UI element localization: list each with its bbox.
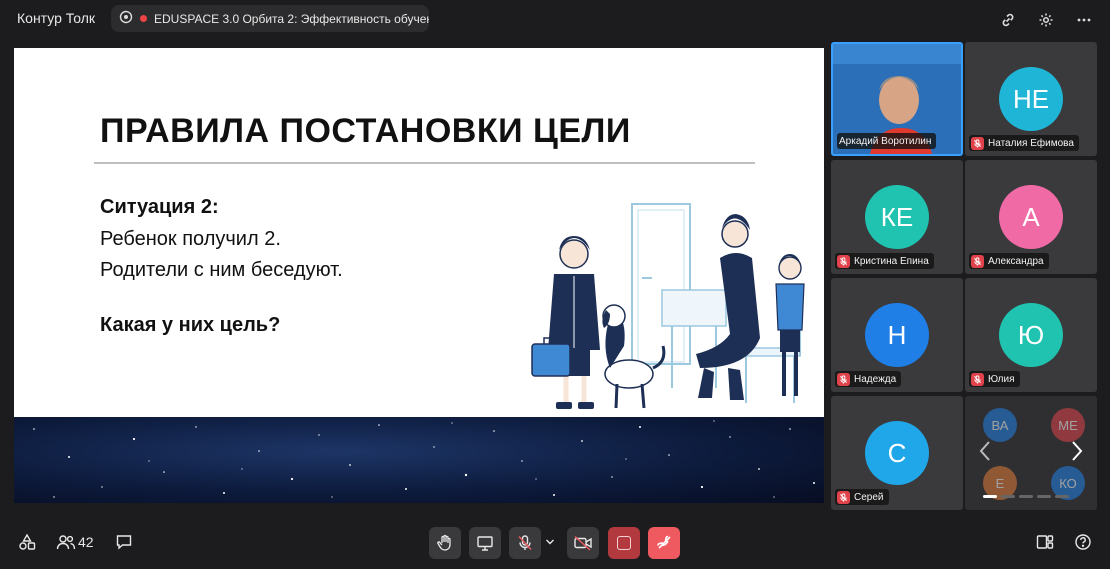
participant-name: Александра [988, 255, 1044, 267]
mini-avatar: МЕ [1051, 408, 1085, 442]
mic-muted-icon [971, 372, 984, 386]
presentation-slide: ПРАВИЛА ПОСТАНОВКИ ЦЕЛИ Ситуация 2: Ребе… [14, 48, 824, 417]
slide-line-2: Родители с ним беседуют. [100, 259, 343, 281]
more-participants-tile[interactable]: ВА МЕ Е КО [965, 396, 1097, 510]
starfield-background [14, 417, 824, 503]
microphone-button[interactable] [509, 527, 541, 559]
camera-button[interactable] [567, 527, 599, 559]
participant-avatar: Ю [999, 303, 1063, 367]
participant-name: Серей [854, 491, 884, 503]
participant-name-tag: Кристина Епина [835, 253, 934, 269]
participant-tile[interactable]: КЕ Кристина Епина [831, 160, 963, 274]
mic-muted-icon [837, 372, 850, 386]
participant-name: Кристина Епина [854, 255, 929, 267]
mic-muted-icon [837, 490, 850, 504]
raise-hand-button[interactable] [429, 527, 461, 559]
participant-name-tag: Серей [835, 489, 889, 505]
slide-question: Какая у них цель? [100, 314, 281, 336]
help-icon[interactable] [1073, 532, 1093, 552]
participant-name-tag: Надежда [835, 371, 902, 387]
app-title: Контур Толк [17, 10, 95, 26]
end-call-button[interactable] [648, 527, 680, 559]
link-icon[interactable] [998, 10, 1018, 30]
record-button[interactable] [608, 527, 640, 559]
participant-tile[interactable]: Ю Юлия [965, 278, 1097, 392]
mic-muted-icon [837, 254, 850, 268]
screen-share: ПРАВИЛА ПОСТАНОВКИ ЦЕЛИ Ситуация 2: Ребе… [14, 48, 824, 503]
participant-name-tag: Наталия Ефимова [969, 135, 1079, 151]
participant-avatar: С [865, 421, 929, 485]
slide-divider [94, 162, 755, 164]
screen-share-button[interactable] [469, 527, 501, 559]
more-icon[interactable] [1074, 10, 1094, 30]
phone-hangup-icon [657, 535, 671, 549]
participant-name-tag: Александра [969, 253, 1049, 269]
participant-avatar: А [999, 185, 1063, 249]
participant-name: Наталия Ефимова [988, 137, 1074, 149]
slide-situation: Ситуация 2: [100, 196, 219, 218]
slide-line-1: Ребенок получил 2. [100, 228, 281, 250]
participant-name-tag: Аркадий Воротилин [837, 133, 937, 149]
orbit-icon [119, 10, 133, 27]
participant-tile-video[interactable]: Аркадий Воротилин [831, 42, 963, 156]
participant-tile[interactable]: А Александра [965, 160, 1097, 274]
participant-tile[interactable]: НЕ Наталия Ефимова [965, 42, 1097, 156]
camera-off-icon [574, 535, 592, 551]
mini-avatar: ВА [983, 408, 1017, 442]
chevron-down-icon[interactable] [543, 534, 557, 550]
bottom-toolbar: 42 [0, 522, 1110, 569]
meeting-title: EDUSPACE 3.0 Орбита 2: Эффективность обу… [154, 11, 429, 26]
meeting-title-pill[interactable]: EDUSPACE 3.0 Орбита 2: Эффективность обу… [111, 5, 429, 32]
participant-tile[interactable]: С Серей [831, 396, 963, 510]
recording-indicator [140, 15, 147, 22]
chevron-right-icon[interactable] [1071, 440, 1083, 467]
participant-name: Юлия [988, 373, 1015, 385]
hand-icon [437, 534, 451, 551]
chevron-left-icon[interactable] [979, 440, 991, 467]
mic-off-icon [518, 535, 532, 550]
chat-icon[interactable] [114, 532, 134, 552]
page-indicator [983, 495, 1069, 498]
shapes-icon[interactable] [17, 532, 37, 552]
participant-avatar: НЕ [999, 67, 1063, 131]
participant-count[interactable]: 42 [78, 532, 94, 552]
participant-avatar: КЕ [865, 185, 929, 249]
participant-name: Аркадий Воротилин [839, 135, 932, 147]
top-bar: Контур Толк EDUSPACE 3.0 Орбита 2: Эффек… [0, 0, 1110, 40]
monitor-icon [477, 536, 493, 551]
family-illustration [531, 203, 805, 409]
slide-title: ПРАВИЛА ПОСТАНОВКИ ЦЕЛИ [100, 112, 631, 150]
participant-tile[interactable]: Н Надежда [831, 278, 963, 392]
gear-icon[interactable] [1036, 10, 1056, 30]
mic-muted-icon [971, 136, 984, 150]
participant-name: Надежда [854, 373, 897, 385]
participant-name-tag: Юлия [969, 371, 1020, 387]
participants-icon[interactable] [55, 532, 77, 552]
participant-avatar: Н [865, 303, 929, 367]
record-icon [617, 536, 631, 550]
mic-muted-icon [971, 254, 984, 268]
layout-icon[interactable] [1035, 532, 1055, 552]
